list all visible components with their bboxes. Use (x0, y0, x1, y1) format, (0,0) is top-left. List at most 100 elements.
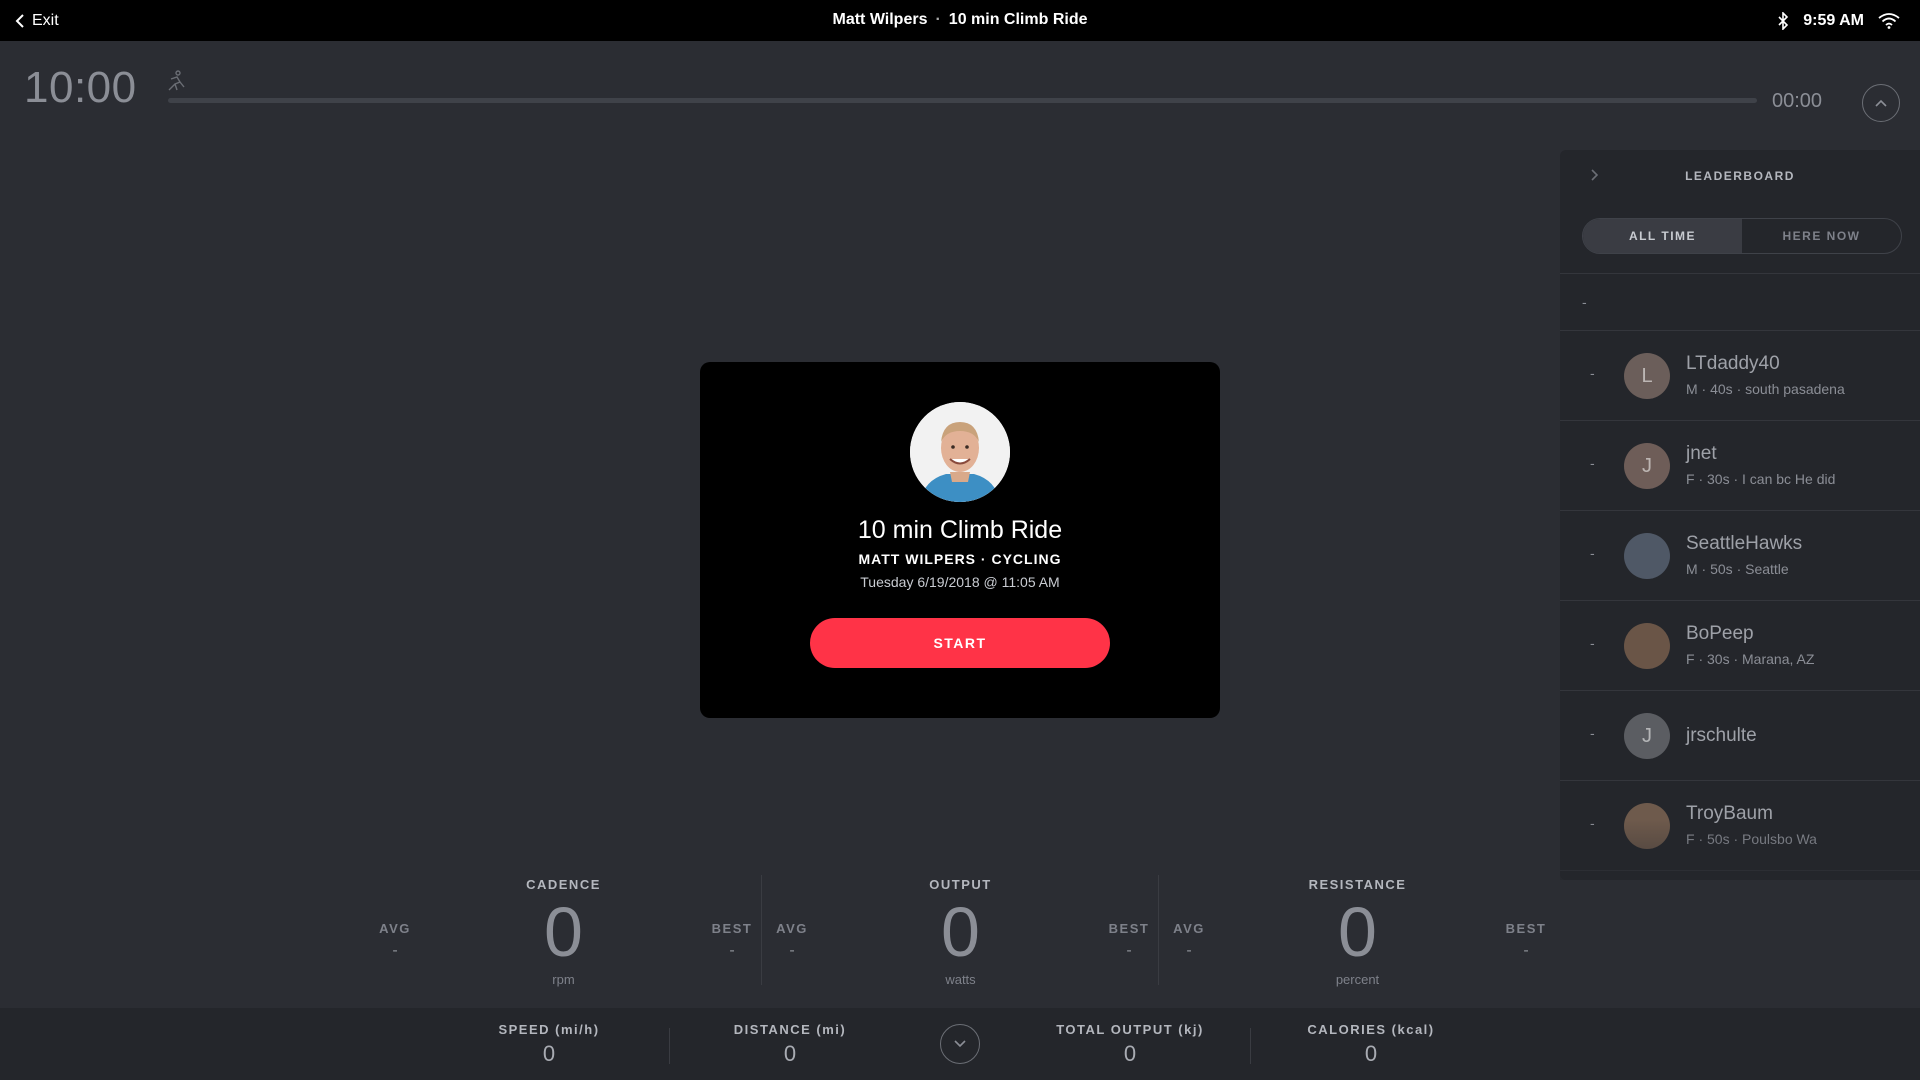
metric-label: OUTPUT (929, 877, 992, 892)
collapse-timer-button[interactable] (1862, 84, 1900, 122)
bottom-stats-bar: SPEED (mi/h) 0 DISTANCE (mi) 0 TOTAL OUT… (0, 1008, 1920, 1080)
metric-best: BEST - (1099, 921, 1159, 960)
rider-username: jrschulte (1686, 725, 1757, 746)
metric-resistance: RESISTANCE AVG - 0 BEST - percent (1159, 865, 1556, 993)
leaderboard-panel: LEADERBOARD ALL TIME HERE NOW - - L LTdadd… (1560, 150, 1920, 880)
stat-value: 0 (783, 1041, 797, 1066)
stat-label: DISTANCE (mi) (733, 1022, 847, 1037)
metric-unit: rpm (552, 972, 575, 987)
class-start-card: 10 min Climb Ride MATT WILPERS · CYCLING… (700, 362, 1220, 718)
instructor-photo (910, 402, 1010, 502)
stat-value: 0 (1123, 1041, 1137, 1066)
rider-username: jnet (1686, 443, 1717, 464)
avatar (1624, 533, 1670, 579)
leaderboard-row[interactable]: - TroyBaum F · 50s · Poulsbo Wa (1560, 781, 1920, 871)
stat-label: TOTAL OUTPUT (kj) (1056, 1022, 1204, 1037)
leaderboard-row[interactable]: - Jjnet F · 30s · I can bc He did (1560, 421, 1920, 511)
chevron-left-icon (15, 13, 24, 28)
class-progress-bar[interactable] (168, 98, 1757, 103)
rider-rank: - (1590, 725, 1595, 741)
leaderboard-list: - L LTdaddy40 M · 40s · south pasadena - Jjne… (1560, 331, 1920, 871)
rider-meta: F · 50s · Poulsbo Wa (1686, 831, 1817, 847)
timer-row: 10:00 00:00 (0, 41, 1920, 141)
stat-value: 0 (542, 1041, 556, 1066)
rider-username: TroyBaum (1686, 803, 1773, 824)
stat-total-output: TOTAL OUTPUT (kj) 0 (1030, 1022, 1230, 1067)
wifi-icon (1878, 12, 1900, 29)
stat-divider (1250, 1028, 1251, 1064)
avatar: J (1624, 713, 1670, 759)
metric-best: BEST - (1496, 921, 1556, 960)
metric-label: CADENCE (526, 877, 601, 892)
instructor-avatar (910, 402, 1010, 502)
rider-username: SeattleHawks (1686, 533, 1803, 554)
rider-username: BoPeep (1686, 623, 1754, 644)
stat-divider (669, 1028, 670, 1064)
card-class-title: 10 min Climb Ride (857, 516, 1063, 544)
leaderboard-row[interactable]: - Jjrschulte (1560, 691, 1920, 781)
stat-label: CALORIES (kcal) (1307, 1022, 1435, 1037)
metric-cadence: CADENCE AVG - 0 BEST - rpm (365, 865, 762, 993)
bluetooth-icon (1778, 11, 1789, 30)
top-bar: Exit Matt Wilpers · 10 min Climb Ride 9:59… (0, 0, 1920, 41)
best-label: BEST (1505, 921, 1547, 936)
best-label: BEST (1108, 921, 1150, 936)
stat-calories: CALORIES (kcal) 0 (1271, 1022, 1471, 1067)
rider-meta: F · 30s · Marana, AZ (1686, 651, 1815, 667)
avatar (1624, 803, 1670, 849)
remaining-time: 00:00 (1772, 90, 1823, 112)
clock-time: 9:59 AM (1803, 11, 1864, 29)
exit-label: Exit (32, 11, 59, 29)
rider-rank: - (1590, 365, 1595, 381)
stat-distance: DISTANCE (mi) 0 (690, 1022, 890, 1067)
header-instructor: Matt Wilpers (832, 11, 928, 28)
best-value: - (729, 942, 735, 959)
leaderboard-tabs: ALL TIME HERE NOW (1582, 218, 1902, 254)
start-button[interactable]: START (810, 618, 1110, 668)
card-class-subtitle: MATT WILPERS · CYCLING (858, 551, 1062, 567)
leaderboard-row[interactable]: - SeattleHawks M · 50s · Seattle (1560, 511, 1920, 601)
avatar (1624, 623, 1670, 669)
rider-meta: M · 40s · south pasadena (1686, 381, 1845, 397)
avatar: J (1624, 443, 1670, 489)
rider-rank: - (1590, 815, 1595, 831)
best-value: - (1126, 942, 1132, 959)
rider-username: LTdaddy40 (1686, 353, 1780, 374)
rider-rank: - (1590, 455, 1595, 471)
rider-meta: F · 30s · I can bc He did (1686, 471, 1836, 487)
header-class-title: 10 min Climb Ride (948, 11, 1088, 28)
leaderboard-header: LEADERBOARD (1560, 150, 1920, 200)
stat-label: SPEED (mi/h) (498, 1022, 600, 1037)
avatar: L (1624, 353, 1670, 399)
best-label: BEST (711, 921, 753, 936)
stat-value: 0 (1364, 1041, 1378, 1066)
expand-metrics-button[interactable] (940, 1024, 980, 1064)
chevron-down-icon (954, 1040, 966, 1048)
metric-unit: percent (1335, 972, 1380, 987)
rider-meta: M · 50s · Seattle (1686, 561, 1789, 577)
tab-all-time[interactable]: ALL TIME (1583, 219, 1742, 253)
best-value: - (1523, 942, 1529, 959)
stat-speed: SPEED (mi/h) 0 (449, 1022, 649, 1067)
rider-position-icon (168, 70, 185, 91)
leaderboard-row[interactable]: - BoPeep F · 30s · Marana, AZ (1560, 601, 1920, 691)
leaderboard-row[interactable]: - L LTdaddy40 M · 40s · south pasadena (1560, 331, 1920, 421)
metrics-row: CADENCE AVG - 0 BEST - rpm OUTPUT AVG - 0 B… (0, 865, 1920, 993)
class-header: Matt Wilpers · 10 min Climb Ride (0, 11, 1920, 29)
rider-rank: - (1590, 635, 1595, 651)
rider-rank: - (1590, 545, 1595, 561)
metric-best: BEST - (702, 921, 762, 960)
leaderboard-title: LEADERBOARD (1685, 169, 1795, 183)
card-class-date: Tuesday 6/19/2018 @ 11:05 AM (860, 574, 1060, 590)
metric-output: OUTPUT AVG - 0 BEST - watts (762, 865, 1159, 993)
exit-button[interactable]: Exit (8, 0, 65, 41)
tab-here-now[interactable]: HERE NOW (1742, 219, 1901, 253)
self-rank: - (1582, 294, 1587, 310)
status-area: 9:59 AM (1777, 0, 1900, 41)
elapsed-time: 10:00 (24, 63, 137, 112)
metric-label: RESISTANCE (1308, 877, 1407, 892)
header-separator: · (935, 11, 941, 28)
leaderboard-self-row: - (1560, 273, 1920, 331)
metric-unit: watts (945, 972, 976, 987)
chevron-up-icon (1875, 99, 1887, 107)
